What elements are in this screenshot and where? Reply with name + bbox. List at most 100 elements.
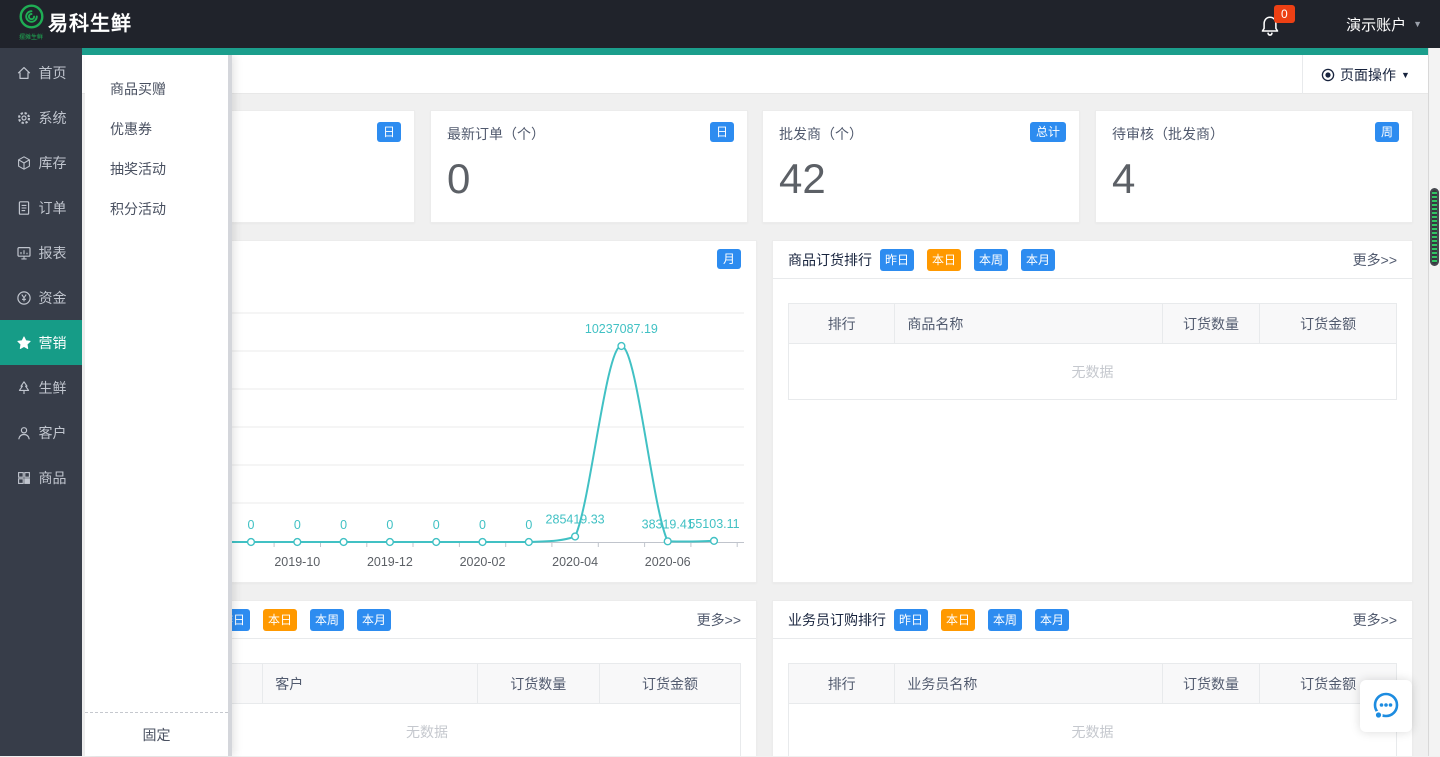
tab-this-week[interactable]: 本周 xyxy=(974,249,1008,271)
stat-title: 待审核（批发商） xyxy=(1112,124,1224,144)
empty-state: 无数据 xyxy=(789,704,1397,757)
submenu-item-lottery[interactable]: 抽奖活动 xyxy=(85,149,232,189)
more-link[interactable]: 更多>> xyxy=(1353,241,1397,279)
sidebar-item-customers[interactable]: 客户 xyxy=(0,410,82,455)
sidebar-item-label: 客户 xyxy=(39,423,67,443)
column-header: 排行 xyxy=(789,304,895,344)
chart-point-label: 285419.33 xyxy=(546,513,605,527)
tab-today[interactable]: 本日 xyxy=(927,249,961,271)
flyout-scrollbar[interactable] xyxy=(228,55,232,756)
chart-x-tick-label: 2020-06 xyxy=(645,555,691,569)
column-header: 排行 xyxy=(789,664,895,704)
stat-value: 0 xyxy=(447,155,470,203)
sidebar-item-label: 订单 xyxy=(39,198,67,218)
main-content: 页面操作 ▼ 日 最新订单（个） 日 0 批发商（个） 总计 42 待审核（批发… xyxy=(82,55,1428,756)
app-header: 摆摊生鲜 易科生鲜 0 演示账户 ▼ xyxy=(0,0,1440,48)
chart-point xyxy=(433,539,440,546)
tab-yesterday[interactable]: 昨日 xyxy=(880,249,914,271)
sidebar-item-label: 报表 xyxy=(39,243,67,263)
page-scrollbar[interactable] xyxy=(1428,48,1440,756)
stat-card-pending-review: 待审核（批发商） 周 4 xyxy=(1095,110,1413,223)
period-badge: 月 xyxy=(717,249,741,269)
customer-service-button[interactable] xyxy=(1360,680,1412,732)
sidebar-item-reports[interactable]: 报表 xyxy=(0,230,82,275)
chart-point xyxy=(294,539,301,546)
chart-x-tick-label: 2019-12 xyxy=(367,555,413,569)
panel-header: 商品订货排行 昨日 本日 本周 本月 更多>> xyxy=(773,241,1412,279)
sidebar-item-home[interactable]: 首页 xyxy=(0,50,82,95)
more-link[interactable]: 更多>> xyxy=(697,601,741,639)
submenu-item-gift-promo[interactable]: 商品买赠 xyxy=(85,69,232,109)
account-name: 演示账户 xyxy=(1346,14,1406,35)
period-badge: 周 xyxy=(1375,122,1399,142)
logo-caption: 摆摊生鲜 xyxy=(10,35,52,42)
salesman-rank-table: 排行 业务员名称 订货数量 订货金额 无数据 xyxy=(788,663,1397,756)
column-header: 订货金额 xyxy=(1260,304,1397,344)
chart-x-tick-label: 2020-02 xyxy=(460,555,506,569)
sidebar-item-label: 首页 xyxy=(39,63,67,83)
stat-value: 4 xyxy=(1112,155,1135,203)
submenu-item-coupons[interactable]: 优惠券 xyxy=(85,109,232,149)
app-title: 易科生鲜 xyxy=(48,0,132,48)
tab-this-month[interactable]: 本月 xyxy=(357,609,391,631)
chart-point xyxy=(618,343,625,350)
star-icon xyxy=(16,335,32,351)
chart-point xyxy=(340,539,347,546)
sidebar-item-orders[interactable]: 订单 xyxy=(0,185,82,230)
chart-point-label: 55103.11 xyxy=(688,517,739,531)
notifications-button[interactable]: 0 xyxy=(1258,7,1292,43)
stat-title: 批发商（个） xyxy=(779,124,863,144)
notification-count-badge: 0 xyxy=(1274,5,1295,23)
product-rank-card: 商品订货排行 昨日 本日 本周 本月 更多>> 排行 商品名称 订货数量 订货金… xyxy=(772,240,1413,583)
action-bar: 页面操作 ▼ xyxy=(82,55,1428,94)
chart-point xyxy=(248,539,255,546)
pin-submenu-button[interactable]: 固定 xyxy=(85,712,228,756)
chart-point-label: 0 xyxy=(340,518,347,532)
sidebar-item-marketing[interactable]: 营销 xyxy=(0,320,82,365)
sidebar-item-label: 库存 xyxy=(39,153,67,173)
chart-point xyxy=(387,539,394,546)
tab-this-month[interactable]: 本月 xyxy=(1021,249,1055,271)
chart-point-label: 0 xyxy=(433,518,440,532)
sidebar-item-inventory[interactable]: 库存 xyxy=(0,140,82,185)
sidebar-item-system[interactable]: 系统 xyxy=(0,95,82,140)
salesman-rank-card: 业务员订购排行 昨日 本日 本周 本月 更多>> 排行 业务员名称 订货数量 订… xyxy=(772,600,1413,756)
tab-yesterday[interactable]: 昨日 xyxy=(894,609,928,631)
logo-icon xyxy=(18,17,45,34)
tab-this-month[interactable]: 本月 xyxy=(1035,609,1069,631)
submenu-item-points[interactable]: 积分活动 xyxy=(85,189,232,229)
sidebar-item-fresh[interactable]: 生鲜 xyxy=(0,365,82,410)
chat-bubble-icon xyxy=(1370,690,1402,722)
panel-title: 商品订货排行 xyxy=(788,250,872,270)
marketing-submenu-flyout: 商品买赠 优惠券 抽奖活动 积分活动 固定 xyxy=(85,55,232,756)
gear-icon xyxy=(16,110,32,126)
presentation-icon xyxy=(16,245,32,261)
chart-point xyxy=(664,538,671,545)
chart-point-label: 0 xyxy=(294,518,301,532)
empty-state: 无数据 xyxy=(789,344,1397,400)
sidebar: 首页 系统 库存 订单 报表 xyxy=(0,48,82,756)
sidebar-item-label: 商品 xyxy=(39,468,67,488)
sidebar-item-label: 生鲜 xyxy=(39,378,67,398)
chevron-down-icon: ▼ xyxy=(1413,19,1422,29)
tab-this-week[interactable]: 本周 xyxy=(310,609,344,631)
chart-point-label: 0 xyxy=(525,518,532,532)
account-menu[interactable]: 演示账户 ▼ xyxy=(1346,0,1422,48)
column-header: 客户 xyxy=(263,664,477,704)
chart-point-label: 0 xyxy=(386,518,393,532)
more-link[interactable]: 更多>> xyxy=(1353,601,1397,639)
scrollbar-thumb[interactable] xyxy=(1430,188,1439,266)
cube-icon xyxy=(16,155,32,171)
tab-today[interactable]: 本日 xyxy=(941,609,975,631)
panel-header: 业务员订购排行 昨日 本日 本周 本月 更多>> xyxy=(773,601,1412,639)
panel-title: 业务员订购排行 xyxy=(788,610,886,630)
tab-this-week[interactable]: 本周 xyxy=(988,609,1022,631)
column-header: 订货数量 xyxy=(1162,664,1259,704)
page-actions-button[interactable]: 页面操作 ▼ xyxy=(1302,55,1428,94)
sidebar-item-products[interactable]: 商品 xyxy=(0,455,82,500)
sidebar-item-funds[interactable]: 资金 xyxy=(0,275,82,320)
tab-today[interactable]: 本日 xyxy=(263,609,297,631)
column-header: 业务员名称 xyxy=(895,664,1163,704)
app-logo[interactable]: 摆摊生鲜 xyxy=(10,3,52,47)
chart-x-tick-label: 2019-10 xyxy=(274,555,320,569)
